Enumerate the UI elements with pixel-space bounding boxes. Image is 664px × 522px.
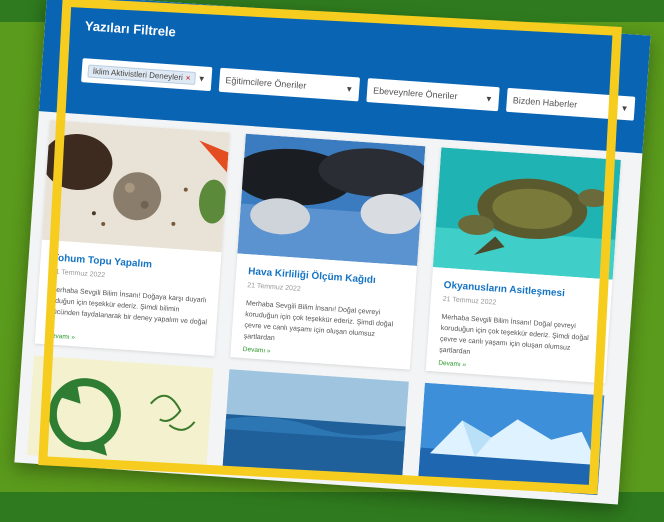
post-date: 21 Temmuz 2022	[246, 282, 301, 293]
chevron-down-icon: ▼	[484, 94, 494, 104]
post-card[interactable]: Hava Kirliliği Ölçüm Kağıdı 21 Temmuz 20…	[230, 133, 426, 370]
category-select[interactable]: İklim Aktivistleri Deneyleri × ▼	[81, 58, 213, 92]
post-card[interactable]: Tohum Topu Yapalım 21 Temmuz 2022 Merhab…	[34, 120, 230, 357]
teachers-select[interactable]: Eğitimcilere Öneriler ▼	[218, 67, 361, 102]
ocean-wave-image[interactable]	[222, 369, 409, 482]
blog-page: Yazıları Filtrele İklim Aktivistleri Den…	[14, 0, 651, 505]
post-card[interactable]: Okyanusların Asitleşmesi 21 Temmuz 2022 …	[425, 147, 621, 384]
seed-ball-image	[41, 120, 230, 253]
filter-title: Yazıları Filtrele	[84, 18, 177, 40]
read-more-link[interactable]: Devamı »	[438, 360, 466, 369]
recycling-image[interactable]	[26, 355, 214, 468]
post-excerpt: Merhaba Sevgili Bilim İnsanı! Doğaya kar…	[48, 286, 208, 327]
read-more-link[interactable]: Devamı »	[47, 332, 75, 341]
iceberg-image[interactable]	[417, 382, 605, 496]
category-tag-label: İklim Aktivistleri Deneyleri	[92, 66, 184, 82]
parents-select[interactable]: Ebeveynlere Öneriler ▼	[366, 78, 500, 112]
news-select-label: Bizden Haberler	[512, 95, 578, 110]
post-title[interactable]: Tohum Topu Yapalım	[52, 253, 152, 271]
remove-tag-icon[interactable]: ×	[186, 73, 191, 82]
chevron-down-icon: ▼	[344, 84, 354, 95]
post-excerpt: Merhaba Sevgili Bilim İnsanı! Doğal çevr…	[438, 313, 589, 356]
read-more-link[interactable]: Devamı »	[243, 346, 271, 355]
category-tag[interactable]: İklim Aktivistleri Deneyleri ×	[87, 64, 196, 85]
chevron-down-icon: ▼	[197, 74, 206, 84]
post-date: 21 Temmuz 2022	[51, 268, 106, 280]
sea-turtle-image	[432, 147, 621, 280]
air-pollution-image	[237, 133, 426, 266]
teachers-select-label: Eğitimcilere Öneriler	[225, 75, 307, 91]
news-select[interactable]: Bizden Haberler ▼	[505, 87, 636, 121]
chevron-down-icon: ▼	[620, 103, 629, 114]
post-date: 21 Temmuz 2022	[442, 295, 497, 307]
parents-select-label: Ebeveynlere Öneriler	[372, 85, 458, 102]
post-excerpt: Merhaba Sevgili Bilim İnsanı! Doğal çevr…	[243, 300, 394, 343]
